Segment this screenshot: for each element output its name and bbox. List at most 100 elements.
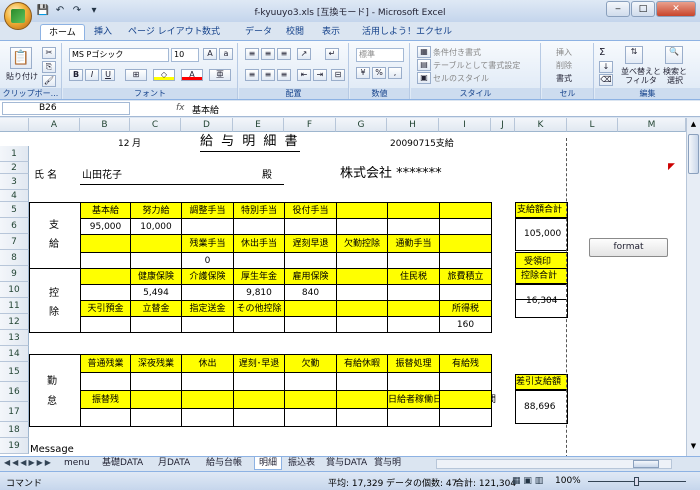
undo-icon[interactable]: ↶: [53, 4, 67, 17]
find-select-button[interactable]: 検索と 選択: [663, 67, 687, 85]
ded-cell-ded_v1-2[interactable]: [181, 284, 234, 301]
minimize-button[interactable]: ‒: [606, 1, 630, 17]
currency-icon[interactable]: ¥: [356, 67, 370, 79]
tab-home[interactable]: ホーム: [40, 24, 85, 40]
ded-cell-ded_h2-1[interactable]: 立替金: [130, 300, 182, 317]
att-cell-att_h2-2[interactable]: [181, 390, 234, 409]
att-cell-att_h1v-3[interactable]: [233, 372, 285, 391]
ded-cell-ded_v2-7[interactable]: 160: [439, 316, 492, 333]
honorific[interactable]: 殿: [262, 168, 272, 184]
att-cell-att_h2-6[interactable]: 日給者稼働日給者稼働時間: [387, 390, 496, 409]
pay-total-value[interactable]: 105,000: [524, 226, 561, 242]
att-cell-att_h1-6[interactable]: 振替処理: [387, 354, 440, 373]
row-header-2[interactable]: 2: [0, 162, 29, 174]
sheet-tab-0[interactable]: menu: [60, 457, 94, 470]
ded-cell-ded_v2-6[interactable]: [387, 316, 440, 333]
delete-cells-button[interactable]: 削除: [556, 60, 572, 71]
att-cell-att_h1v-5[interactable]: [336, 372, 388, 391]
hscroll-thumb[interactable]: [633, 460, 659, 468]
ded-cell-ded_v2-1[interactable]: [130, 316, 182, 333]
tab-data[interactable]: データ: [243, 24, 274, 40]
close-button[interactable]: ✕: [656, 1, 696, 17]
scroll-thumb[interactable]: [688, 134, 699, 174]
sheet-tab-7[interactable]: 賞与明: [370, 457, 405, 470]
pay-cell-pay_h1-4[interactable]: 役付手当: [284, 202, 337, 219]
col-header-c[interactable]: C: [130, 118, 181, 132]
pay-cell-pay_h1-1[interactable]: 努力給: [130, 202, 182, 219]
pay-cell-pay_h2-0[interactable]: [80, 234, 131, 253]
ded-cell-ded_v1-1[interactable]: 5,494: [130, 284, 182, 301]
row-header-14[interactable]: 14: [0, 346, 29, 362]
pay-cell-pay_h1-7[interactable]: [439, 202, 492, 219]
col-header-l[interactable]: L: [567, 118, 618, 132]
ded-cell-ded_v1-5[interactable]: [336, 284, 388, 301]
pay-cell-pay_h1-2[interactable]: 調整手当: [181, 202, 234, 219]
pay-cell-pay_h2-3[interactable]: 休出手当: [233, 234, 285, 253]
tab-view[interactable]: 表示: [320, 24, 342, 40]
ded-cell-ded_h2-2[interactable]: 指定送金: [181, 300, 234, 317]
col-header-j[interactable]: J: [491, 118, 515, 132]
att-cell-att_h2-1[interactable]: [130, 390, 182, 409]
copy-icon[interactable]: ⎘: [42, 61, 56, 73]
net-pay-label[interactable]: 差引支給額: [516, 374, 561, 390]
pay-cell-pay_v2-4[interactable]: [284, 252, 337, 269]
att-cell-att_h1v-0[interactable]: [80, 372, 131, 391]
pay-cell-pay_h2-7[interactable]: [439, 234, 492, 253]
pay-cell-pay_v2-2[interactable]: 0: [181, 252, 234, 269]
sheet-tab-1[interactable]: 基礎DATA: [98, 457, 147, 470]
cell-styles-button[interactable]: セルのスタイル: [433, 73, 489, 84]
align-middle-icon[interactable]: ≡: [261, 48, 275, 60]
col-header-g[interactable]: G: [336, 118, 387, 132]
att-cell-att_h1v-6[interactable]: [387, 372, 440, 391]
row-header-16[interactable]: 16: [0, 382, 29, 402]
fill-icon[interactable]: ↓: [599, 61, 613, 73]
office-button[interactable]: [4, 2, 32, 30]
pay-cell-pay_v2-5[interactable]: [336, 252, 388, 269]
worksheet-grid[interactable]: A B C D E F G H I J K L M 1 2 3 4 5 6 7 8 9 10 11 1…: [0, 118, 700, 456]
tab-insert[interactable]: 挿入: [92, 24, 114, 40]
format-button[interactable]: format: [589, 238, 668, 257]
deduction-total-label[interactable]: 控除合計: [521, 268, 557, 284]
indent-decrease-icon[interactable]: ⇤: [297, 69, 311, 81]
phonetic-icon[interactable]: 亜: [209, 69, 231, 81]
col-header-b[interactable]: B: [80, 118, 130, 132]
row-header-18[interactable]: 18: [0, 422, 29, 438]
ded-cell-ded_h1-3[interactable]: 厚生年金: [233, 268, 285, 285]
row-header-17[interactable]: 17: [0, 402, 29, 422]
ded-cell-ded_h2-7[interactable]: 所得税: [439, 300, 492, 317]
sheet-tab-4[interactable]: 明細: [254, 457, 283, 470]
save-icon[interactable]: 💾: [36, 4, 50, 17]
att-cell-att_h1-0[interactable]: 普通残業: [80, 354, 131, 373]
ded-cell-ded_v2-3[interactable]: [233, 316, 285, 333]
format-cells-button[interactable]: 書式: [556, 73, 572, 84]
ded-cell-ded_h1-6[interactable]: 住民税: [387, 268, 440, 285]
qat-dropdown-icon[interactable]: ▾: [87, 4, 101, 17]
bold-button[interactable]: B: [69, 69, 83, 81]
att-cell-att_h2v-4[interactable]: [284, 408, 337, 427]
row-header-6[interactable]: 6: [0, 218, 29, 234]
pay-total-label[interactable]: 支給額合計: [517, 202, 562, 218]
att-cell-att_h2-5[interactable]: [336, 390, 388, 409]
pay-cell-pay_v1-5[interactable]: [336, 218, 388, 235]
ded-cell-ded_v2-0[interactable]: [80, 316, 131, 333]
ded-cell-ded_v1-3[interactable]: 9,810: [233, 284, 285, 301]
font-color-icon[interactable]: A: [181, 69, 203, 81]
row-header-5[interactable]: 5: [0, 202, 29, 218]
sheet-tab-6[interactable]: 賞与DATA: [322, 457, 371, 470]
att-cell-att_h1-4[interactable]: 欠勤: [284, 354, 337, 373]
row-header-3[interactable]: 3: [0, 174, 29, 190]
month-number[interactable]: 12: [118, 136, 129, 152]
att-cell-att_h2-3[interactable]: [233, 390, 285, 409]
formula-input[interactable]: 基本給: [192, 103, 219, 116]
att-cell-att_h1v-1[interactable]: [130, 372, 182, 391]
ded-cell-ded_v2-5[interactable]: [336, 316, 388, 333]
att-cell-att_h2v-1[interactable]: [130, 408, 182, 427]
row-header-12[interactable]: 12: [0, 314, 29, 330]
col-header-e[interactable]: E: [233, 118, 284, 132]
ded-cell-ded_h2-4[interactable]: [284, 300, 337, 317]
scroll-down-icon[interactable]: ▼: [688, 442, 699, 454]
wrap-text-icon[interactable]: ↵: [325, 48, 339, 60]
ded-cell-ded_h2-3[interactable]: その他控除: [233, 300, 285, 317]
ded-cell-ded_h1-7[interactable]: 旅費積立: [439, 268, 492, 285]
ded-cell-ded_h2-6[interactable]: [387, 300, 440, 317]
